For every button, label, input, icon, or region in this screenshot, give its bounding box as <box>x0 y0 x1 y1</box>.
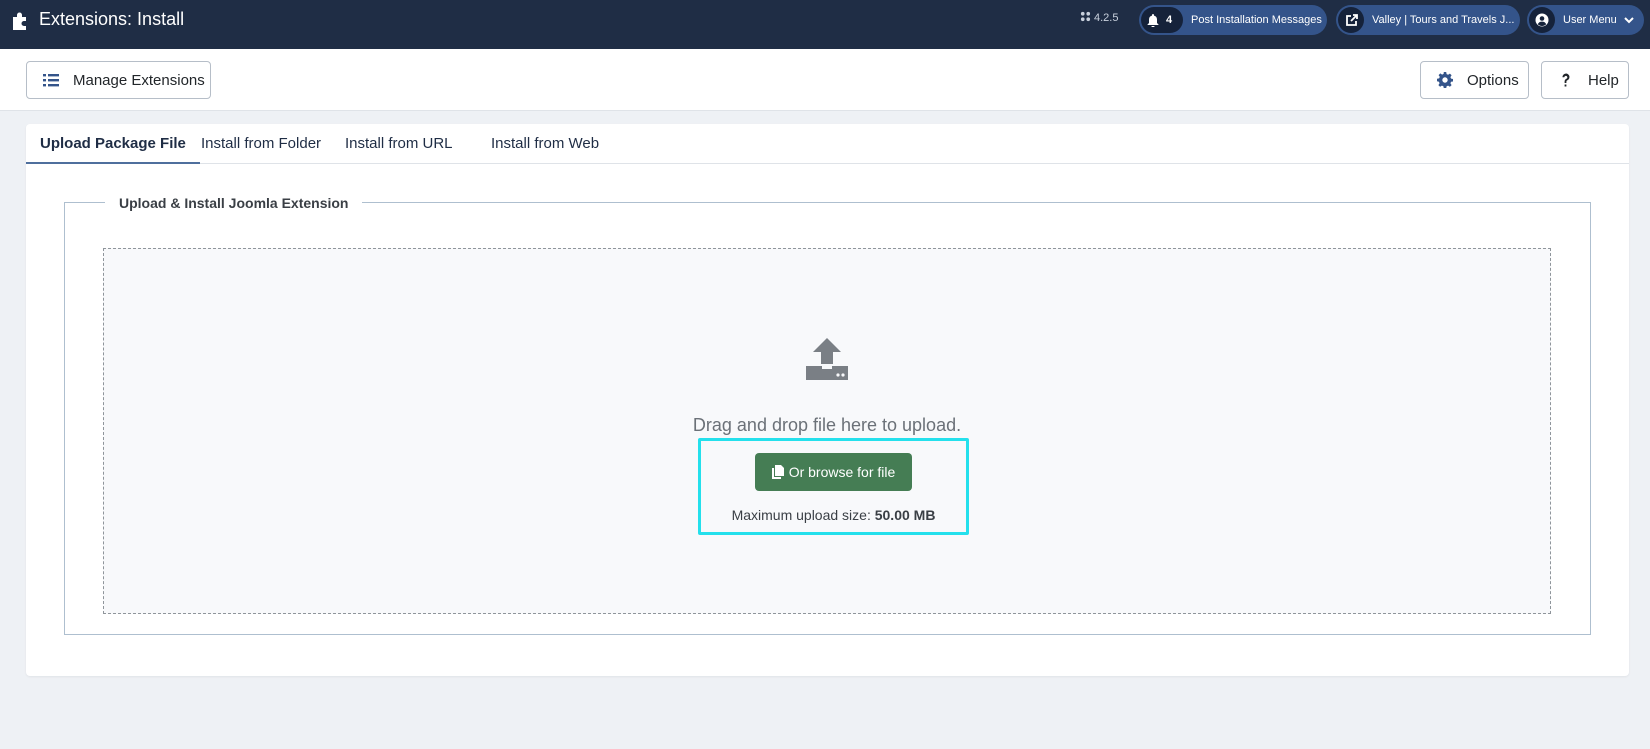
version-label: 4.2.5 <box>1080 11 1118 25</box>
help-button[interactable]: Help <box>1541 61 1629 99</box>
external-link-icon <box>1345 13 1358 26</box>
browse-for-file-button[interactable]: Or browse for file <box>755 453 912 491</box>
help-label: Help <box>1588 71 1619 89</box>
list-icon <box>43 74 59 87</box>
install-tabs: Upload Package File Install from Folder … <box>26 124 1629 164</box>
notification-count: 4 <box>1166 14 1173 26</box>
user-circle-icon <box>1535 13 1549 27</box>
manage-extensions-button[interactable]: Manage Extensions <box>26 61 211 99</box>
view-site-button[interactable]: Valley | Tours and Travels J... <box>1336 5 1520 35</box>
upload-dropzone[interactable]: Drag and drop file here to upload. Or br… <box>103 248 1551 614</box>
install-card: Upload Package File Install from Folder … <box>26 124 1629 676</box>
gear-icon <box>1437 72 1453 88</box>
tab-upload-package-file[interactable]: Upload Package File <box>26 124 200 164</box>
notification-label: Post Installation Messages <box>1191 14 1322 26</box>
tab-install-from-web[interactable]: Install from Web <box>477 124 613 164</box>
browse-label: Or browse for file <box>788 464 896 480</box>
user-menu-label: User Menu <box>1563 14 1617 26</box>
page-title: Extensions: Install <box>39 9 185 29</box>
upload-legend: Upload & Install Joomla Extension <box>105 193 363 213</box>
user-avatar <box>1529 7 1555 33</box>
copy-icon <box>771 465 784 479</box>
tab-install-from-folder[interactable]: Install from Folder <box>187 124 335 164</box>
drag-drop-text: Drag and drop file here to upload. <box>692 415 962 435</box>
max-upload-size: Maximum upload size: 50.00 MB <box>701 507 966 523</box>
joomla-icon <box>1080 11 1091 22</box>
manage-extensions-label: Manage Extensions <box>73 71 205 89</box>
header-bar: Extensions: Install 4.2.5 4 Post Install… <box>0 0 1650 49</box>
chevron-down-icon <box>1624 17 1634 24</box>
user-menu-button[interactable]: User Menu <box>1527 5 1644 35</box>
question-icon <box>1562 73 1570 87</box>
version-number: 4.2.5 <box>1094 12 1119 24</box>
upload-fieldset: Upload & Install Joomla Extension Drag a… <box>64 193 1591 635</box>
tab-install-from-url[interactable]: Install from URL <box>331 124 467 164</box>
puzzle-icon <box>13 12 26 30</box>
browse-highlight-box: Or browse for file Maximum upload size: … <box>698 438 969 535</box>
external-link-circle <box>1338 7 1364 33</box>
options-label: Options <box>1467 71 1519 89</box>
post-installation-messages-button[interactable]: 4 Post Installation Messages <box>1139 5 1327 35</box>
max-upload-value: 50.00 MB <box>874 507 936 523</box>
site-name: Valley | Tours and Travels J... <box>1372 14 1515 26</box>
notification-badge: 4 <box>1141 7 1183 33</box>
upload-icon <box>806 338 848 380</box>
max-upload-label: Maximum upload size: <box>731 507 871 523</box>
toolbar: Manage Extensions Options Help <box>0 49 1650 111</box>
options-button[interactable]: Options <box>1420 61 1529 99</box>
bell-icon <box>1147 13 1159 27</box>
